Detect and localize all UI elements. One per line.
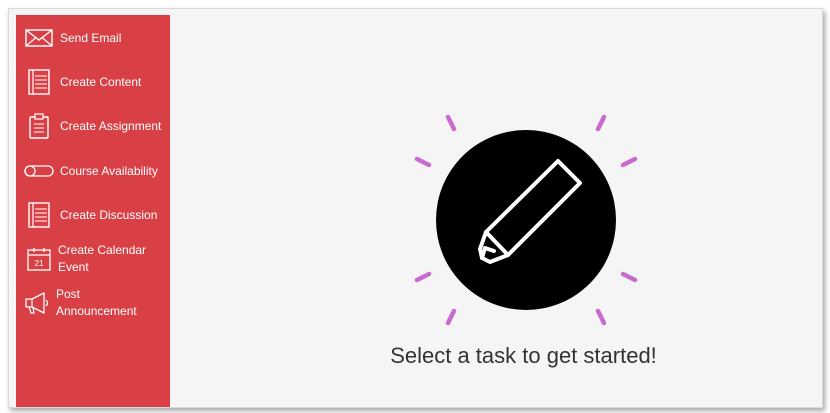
toggle-icon bbox=[24, 158, 54, 184]
sidebar-item-send-email[interactable]: Send Email bbox=[16, 25, 170, 51]
sidebar-item-create-discussion[interactable]: Create Discussion bbox=[16, 201, 170, 229]
notebook-icon bbox=[24, 69, 54, 95]
notebook-icon bbox=[24, 202, 54, 228]
sidebar-item-create-content[interactable]: Create Content bbox=[16, 69, 170, 95]
sidebar-item-label: Course Availability bbox=[60, 163, 158, 178]
sidebar-item-course-availability[interactable]: Course Availability bbox=[16, 158, 170, 184]
app-window: Send Email Create Content Create Assignm… bbox=[8, 8, 823, 408]
calendar-icon: 21 bbox=[24, 246, 54, 272]
sidebar-item-label: Create Assignment bbox=[60, 118, 162, 133]
sidebar-item-create-calendar-event[interactable]: 21 Create Calendar Event bbox=[16, 241, 170, 277]
hero-illustration bbox=[410, 104, 642, 336]
megaphone-icon bbox=[22, 290, 52, 316]
sidebar: Send Email Create Content Create Assignm… bbox=[16, 15, 170, 407]
sidebar-item-label: Send Email bbox=[60, 30, 122, 45]
clipboard-icon bbox=[24, 113, 54, 139]
envelope-icon bbox=[24, 25, 54, 51]
sidebar-item-post-announcement[interactable]: Post Announcement bbox=[16, 285, 170, 321]
hero-circle bbox=[436, 130, 616, 310]
sidebar-item-label: Create Content bbox=[60, 74, 142, 89]
sidebar-item-label: Post Announcement bbox=[56, 287, 137, 318]
sidebar-item-create-assignment[interactable]: Create Assignment bbox=[16, 112, 170, 140]
empty-state-message: Select a task to get started! bbox=[390, 343, 657, 368]
sidebar-item-label: Create Calendar Event bbox=[58, 243, 147, 274]
main-panel: Select a task to get started! bbox=[170, 9, 822, 407]
calendar-day-number: 21 bbox=[35, 259, 44, 268]
sidebar-item-label: Create Discussion bbox=[60, 207, 158, 222]
